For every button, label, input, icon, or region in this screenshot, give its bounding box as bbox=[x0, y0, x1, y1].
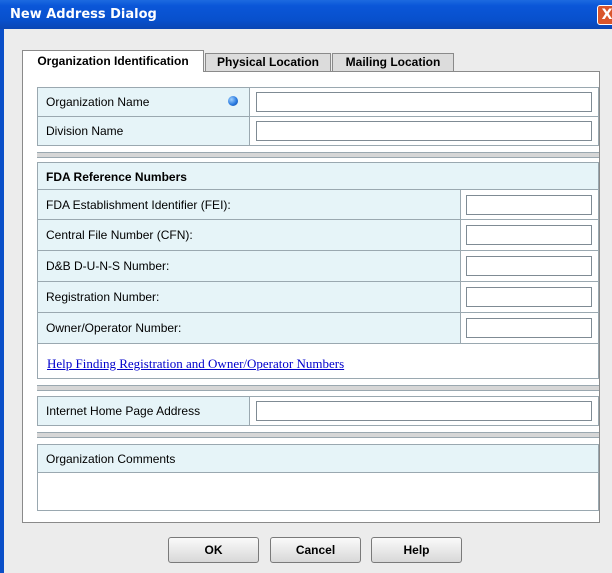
duns-field-cell bbox=[460, 250, 599, 282]
section-divider bbox=[37, 385, 599, 391]
org-name-field-cell bbox=[249, 87, 599, 117]
org-name-label-cell: Organization Name bbox=[37, 87, 250, 117]
duns-label-cell: D&B D-U-N-S Number: bbox=[37, 250, 461, 282]
home-page-input[interactable] bbox=[256, 401, 592, 421]
home-page-label: Internet Home Page Address bbox=[46, 404, 201, 418]
owner-operator-input[interactable] bbox=[466, 318, 592, 338]
registration-input[interactable] bbox=[466, 287, 592, 307]
fei-label-cell: FDA Establishment Identifier (FEI): bbox=[37, 189, 461, 220]
registration-label-cell: Registration Number: bbox=[37, 281, 461, 313]
org-name-input[interactable] bbox=[256, 92, 592, 112]
tab-physical-location[interactable]: Physical Location bbox=[205, 53, 331, 71]
help-button[interactable]: Help bbox=[371, 537, 462, 563]
window-title: New Address Dialog bbox=[10, 7, 157, 22]
help-link-cell: Help Finding Registration and Owner/Oper… bbox=[37, 343, 599, 379]
fei-label: FDA Establishment Identifier (FEI): bbox=[46, 198, 231, 212]
fei-field-cell bbox=[460, 189, 599, 220]
tab-mailing-location[interactable]: Mailing Location bbox=[332, 53, 454, 71]
fda-section-title: FDA Reference Numbers bbox=[46, 170, 187, 184]
division-name-label: Division Name bbox=[46, 124, 124, 138]
cfn-label-cell: Central File Number (CFN): bbox=[37, 219, 461, 251]
comments-textarea[interactable] bbox=[37, 472, 599, 511]
section-divider bbox=[37, 152, 599, 158]
owner-operator-label-cell: Owner/Operator Number: bbox=[37, 312, 461, 344]
cfn-label: Central File Number (CFN): bbox=[46, 228, 193, 242]
org-name-label: Organization Name bbox=[46, 95, 150, 109]
duns-input[interactable] bbox=[466, 256, 592, 276]
cancel-button[interactable]: Cancel bbox=[270, 537, 361, 563]
cfn-input[interactable] bbox=[466, 225, 592, 245]
registration-label: Registration Number: bbox=[46, 290, 160, 304]
duns-label: D&B D-U-N-S Number: bbox=[46, 259, 170, 273]
ok-button[interactable]: OK bbox=[168, 537, 259, 563]
owner-operator-field-cell bbox=[460, 312, 599, 344]
owner-operator-label: Owner/Operator Number: bbox=[46, 321, 182, 335]
registration-field-cell bbox=[460, 281, 599, 313]
fda-section-header: FDA Reference Numbers bbox=[37, 162, 599, 190]
help-finding-numbers-link[interactable]: Help Finding Registration and Owner/Oper… bbox=[47, 356, 344, 372]
cfn-field-cell bbox=[460, 219, 599, 251]
comments-label: Organization Comments bbox=[46, 452, 176, 466]
home-page-label-cell: Internet Home Page Address bbox=[37, 396, 250, 426]
division-name-label-cell: Division Name bbox=[37, 116, 250, 146]
close-button[interactable]: X bbox=[597, 5, 612, 25]
title-bar: New Address Dialog X bbox=[0, 0, 612, 29]
section-divider bbox=[37, 432, 599, 438]
comments-header-cell: Organization Comments bbox=[37, 444, 599, 473]
division-name-input[interactable] bbox=[256, 121, 592, 141]
fei-input[interactable] bbox=[466, 195, 592, 215]
required-indicator-icon bbox=[228, 96, 238, 106]
home-page-field-cell bbox=[249, 396, 599, 426]
tab-organization-identification[interactable]: Organization Identification bbox=[22, 50, 204, 72]
division-name-field-cell bbox=[249, 116, 599, 146]
